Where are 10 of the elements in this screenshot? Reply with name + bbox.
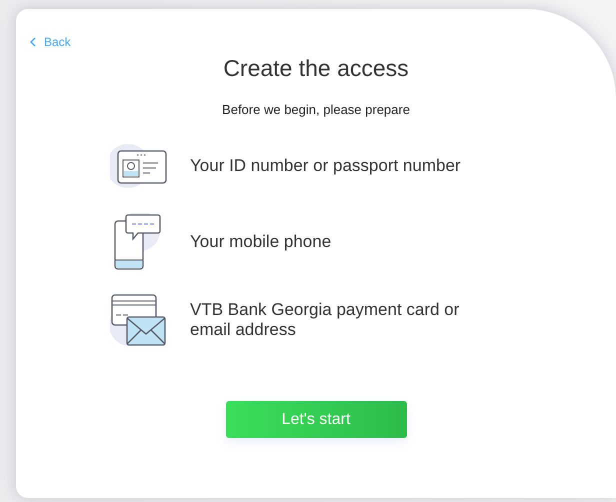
id-card-icon [110, 141, 168, 191]
requirement-label: Your ID number or passport number [190, 156, 462, 176]
page-title: Create the access [222, 55, 410, 82]
requirement-label: VTB Bank Georgia payment card or email address [190, 300, 460, 340]
back-link[interactable]: Back [30, 35, 71, 49]
card-envelope-icon [110, 293, 168, 347]
chevron-left-icon [30, 37, 36, 47]
subtitle: Before we begin, please prepare [221, 102, 411, 117]
requirement-label: Your mobile phone [190, 232, 332, 252]
start-button[interactable]: Let's start [226, 401, 406, 438]
